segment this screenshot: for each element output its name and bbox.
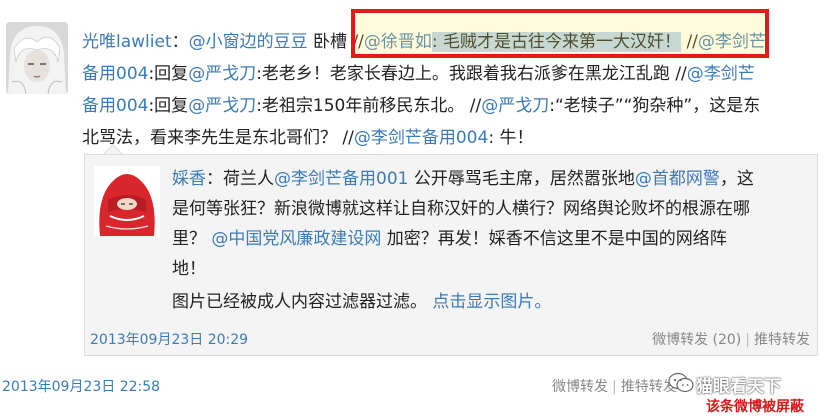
post-text: 北骂法，看来李先生是东北哥们？ //: [82, 128, 354, 148]
post-text: ：荷兰人: [206, 169, 274, 189]
repost-line: 婇香：荷兰人@李剑芒备用001 公开辱骂毛主席，居然嚣张地@首都网警，这: [172, 164, 812, 194]
post-text: :老老乡！老家长春边上。我跟着我右派爹在黑龙江乱跑 //: [256, 64, 687, 84]
repost-line: 里？ @中国党风廉政建设网 加密？再发！婇香不信这里不是中国的网络阵: [172, 224, 812, 254]
filter-note-text: 图片已经被成人内容过滤器过滤。: [172, 292, 427, 312]
post-text: 卧槽: [307, 32, 353, 52]
mention-link[interactable]: @小窗边的豆豆: [189, 32, 308, 52]
red-highlight-box: [351, 9, 769, 58]
mention-link[interactable]: @严戈刀: [481, 96, 549, 116]
post-text: :回复: [148, 64, 189, 84]
repost-line: 地！: [172, 254, 812, 284]
author-avatar[interactable]: [6, 22, 68, 94]
mention-link[interactable]: 备用004: [82, 64, 148, 84]
post-text: 地！: [172, 259, 206, 279]
post-line: 备用004:回复@严戈刀:老祖宗150年前移民东北。 //@严戈刀:“老犊子”“…: [82, 90, 818, 122]
post-text: 公开辱骂毛主席，居然嚣张地: [408, 169, 635, 189]
post-text: :“老犊子”“狗杂种”，这是东: [549, 96, 761, 116]
post-text: 里？: [172, 229, 212, 249]
action-separator: |: [745, 332, 750, 348]
post-text: ：: [171, 32, 189, 52]
post-text: 加密？再发！婇香不信这里不是中国的网络阵: [381, 229, 727, 249]
post-text: :老祖宗150年前移民东北。 //: [256, 96, 482, 116]
repost-text: 婇香：荷兰人@李剑芒备用001 公开辱骂毛主席，居然嚣张地@首都网警，这 是何等…: [172, 164, 812, 284]
mention-link[interactable]: @李剑芒备用004: [354, 128, 488, 148]
blocked-stamp: 该条微博被屏蔽: [706, 399, 804, 415]
post-text: 是何等张狂？新浪微博就这样让自称汉奸的人横行？网络舆论败坏的根源在哪: [172, 199, 750, 219]
repost-line: 是何等张狂？新浪微博就这样让自称汉奸的人横行？网络舆论败坏的根源在哪: [172, 194, 812, 224]
repost-author-avatar[interactable]: [94, 166, 160, 236]
weibo-forward-button[interactable]: 微博转发 (20): [652, 332, 741, 348]
show-image-link[interactable]: 点击显示图片。: [432, 292, 551, 312]
post-line: 北骂法，看来李先生是东北哥们？ //@李剑芒备用004: 牛！: [82, 122, 818, 154]
mention-link[interactable]: @李剑芒备用001: [274, 169, 408, 189]
post-timestamp[interactable]: 2013年09月23日 22:58: [2, 376, 160, 396]
username-link[interactable]: 婇香: [172, 169, 206, 189]
post-text: ，这: [719, 169, 754, 189]
weibo-forward-button[interactable]: 微博转发: [552, 379, 608, 395]
mention-link[interactable]: @严戈刀: [188, 96, 256, 116]
mention-link[interactable]: @李剑芒: [687, 64, 755, 84]
wechat-logo-icon: [668, 372, 694, 394]
tweet-forward-button[interactable]: 推特转发: [754, 332, 810, 348]
post-text: : 牛！: [488, 128, 534, 148]
repost-timestamp[interactable]: 2013年09月23日 20:29: [90, 329, 248, 349]
mention-link[interactable]: @首都网警: [635, 169, 720, 189]
post-line: 备用004:回复@严戈刀:老老乡！老家长春边上。我跟着我右派爹在黑龙江乱跑 //…: [82, 58, 818, 90]
username-link[interactable]: 光唯lawliet: [82, 32, 172, 52]
watermark-text: 猫眼看天下: [696, 377, 781, 397]
post-actions: 微博转发 | 推特转发: [552, 376, 677, 396]
mention-link[interactable]: @中国党风廉政建设网: [211, 229, 381, 249]
action-separator: |: [612, 379, 617, 395]
mention-link[interactable]: 备用004: [82, 96, 148, 116]
post-text: :回复: [148, 96, 189, 116]
repost-actions: 微博转发 (20) | 推特转发: [652, 329, 810, 349]
mention-link[interactable]: @严戈刀: [188, 64, 256, 84]
image-filter-note: 图片已经被成人内容过滤器过滤。 点击显示图片。: [172, 287, 551, 312]
